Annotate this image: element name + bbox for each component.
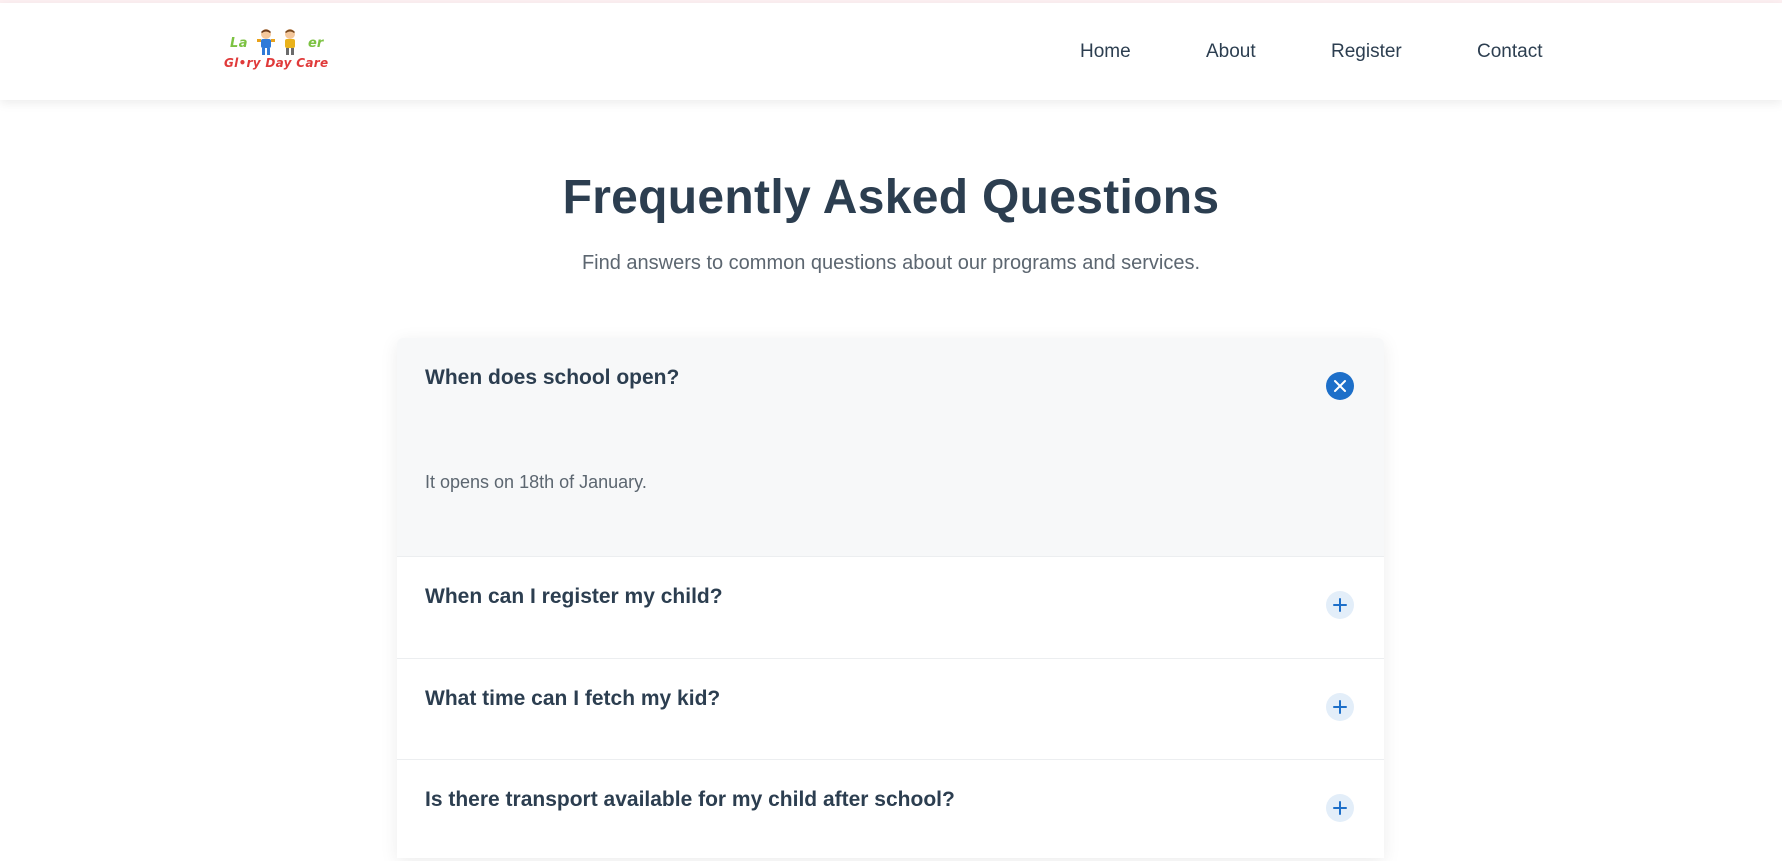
faq-toggle-button[interactable] (1326, 591, 1354, 619)
logo-text-top-left: La (230, 36, 249, 51)
faq-accordion: When does school open? It opens on 18th … (397, 338, 1384, 858)
site-header: La er Gl•ry Day Care Home About Register… (0, 3, 1782, 100)
close-icon (1334, 380, 1346, 392)
faq-item[interactable]: What time can I fetch my kid? (397, 659, 1384, 760)
faq-question[interactable]: When can I register my child? (425, 585, 723, 609)
faq-toggle-button[interactable] (1326, 794, 1354, 822)
plus-icon (1333, 598, 1347, 612)
faq-toggle-button[interactable] (1326, 372, 1354, 400)
faq-item[interactable]: Is there transport available for my chil… (397, 760, 1384, 861)
faq-question[interactable]: Is there transport available for my chil… (425, 788, 955, 812)
page-subtitle: Find answers to common questions about o… (581, 252, 1201, 274)
faq-item[interactable]: When does school open? It opens on 18th … (397, 338, 1384, 557)
nav-link-contact[interactable]: Contact (1477, 41, 1542, 63)
nav-link-about[interactable]: About (1206, 41, 1256, 63)
site-logo[interactable]: La er Gl•ry Day Care (222, 26, 338, 74)
page-title: Frequently Asked Questions (562, 171, 1220, 224)
kids-illustration-icon (257, 29, 295, 55)
logo-text-bottom: Gl•ry Day Care (224, 56, 329, 70)
nav-link-home[interactable]: Home (1080, 41, 1131, 63)
plus-icon (1333, 700, 1347, 714)
faq-question[interactable]: What time can I fetch my kid? (425, 687, 720, 711)
faq-toggle-button[interactable] (1326, 693, 1354, 721)
logo-text-top-right: er (308, 36, 324, 51)
faq-answer: It opens on 18th of January. (425, 472, 647, 492)
nav-link-register[interactable]: Register (1331, 41, 1402, 63)
faq-item[interactable]: When can I register my child? (397, 557, 1384, 659)
plus-icon (1333, 801, 1347, 815)
faq-question[interactable]: When does school open? (425, 366, 679, 390)
